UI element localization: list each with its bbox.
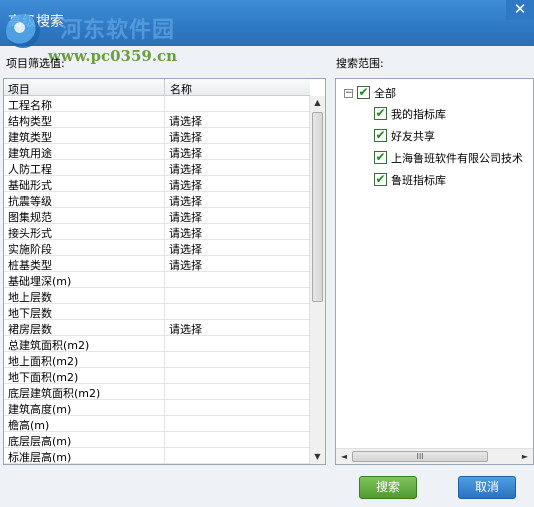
table-row[interactable]: 底层建筑面积(m2) xyxy=(4,384,310,400)
tree-node-label: 好友共享 xyxy=(391,130,435,143)
item-cell: 檐高(m) xyxy=(8,419,50,432)
tree-node-label: 全部 xyxy=(374,87,396,100)
scroll-down-icon[interactable]: ▼ xyxy=(310,450,325,464)
vertical-scrollbar[interactable]: ▲ ▼ xyxy=(309,96,325,464)
cancel-button[interactable]: 取消 xyxy=(458,476,516,499)
tree-node-company-tech[interactable]: ✔ 上海鲁班软件有限公司技术 xyxy=(336,150,533,166)
table-row[interactable]: 地上面积(m2) xyxy=(4,352,310,368)
item-cell: 建筑高度(m) xyxy=(8,403,72,416)
item-cell: 图集规范 xyxy=(8,211,52,224)
item-cell: 地上层数 xyxy=(8,291,52,304)
table-row[interactable]: 人防工程 请选择 xyxy=(4,160,310,176)
tree-node-label: 我的指标库 xyxy=(391,108,446,121)
name-cell[interactable]: 请选择 xyxy=(169,161,202,177)
tree-node-label: 鲁班指标库 xyxy=(391,174,446,187)
item-cell: 桩基类型 xyxy=(8,259,52,272)
name-cell[interactable]: 请选择 xyxy=(169,321,202,337)
item-cell: 基础埋深(m) xyxy=(8,275,72,288)
table-row[interactable]: 工程名称 xyxy=(4,96,310,112)
table-row[interactable]: 底层层高(m) xyxy=(4,432,310,448)
table-row[interactable]: 裙房层数 请选择 xyxy=(4,320,310,336)
name-cell[interactable]: 请选择 xyxy=(169,129,202,145)
name-cell[interactable]: 请选择 xyxy=(169,113,202,129)
item-cell: 底层建筑面积(m2) xyxy=(8,387,101,400)
tree-node-my-library[interactable]: ✔ 我的指标库 xyxy=(336,106,533,122)
item-cell: 基础形式 xyxy=(8,179,52,192)
name-cell[interactable]: 请选择 xyxy=(169,145,202,161)
name-cell[interactable]: 请选择 xyxy=(169,177,202,193)
checkbox-root[interactable]: ✔ xyxy=(357,86,370,99)
search-scope-label: 搜索范围: xyxy=(336,57,384,70)
table-row[interactable]: 标准层高(m) xyxy=(4,448,310,464)
table-row[interactable]: 建筑用途 请选择 xyxy=(4,144,310,160)
table-header: 项目 名称 xyxy=(4,79,310,96)
item-cell: 建筑用途 xyxy=(8,147,52,160)
checkbox-my-library[interactable]: ✔ xyxy=(374,107,387,120)
name-cell[interactable]: 请选择 xyxy=(169,257,202,273)
item-cell: 抗震等级 xyxy=(8,195,52,208)
item-cell: 总建筑面积(m2) xyxy=(8,339,90,352)
table-row[interactable]: 建筑高度(m) xyxy=(4,400,310,416)
table-row[interactable]: 基础埋深(m) xyxy=(4,272,310,288)
watermark-site-name: 河东软件园 xyxy=(60,18,176,43)
table-row[interactable]: 建筑类型 请选择 xyxy=(4,128,310,144)
watermark-url: www.pc0359.cn xyxy=(48,47,178,65)
name-cell[interactable]: 请选择 xyxy=(169,225,202,241)
item-cell: 标准层高(m) xyxy=(8,451,72,464)
name-cell[interactable]: 请选择 xyxy=(169,241,202,257)
filter-table: 项目 名称 工程名称 结构类型 请选择 建筑类型 请选择 建筑用途 请选择 人防工程 请选择 基础… xyxy=(3,78,326,465)
item-cell: 底层层高(m) xyxy=(8,435,72,448)
name-cell[interactable]: 请选择 xyxy=(169,209,202,225)
checkbox-company-tech[interactable]: ✔ xyxy=(374,151,387,164)
scroll-left-icon[interactable]: ◄ xyxy=(337,449,351,464)
table-row[interactable]: 地上层数 xyxy=(4,288,310,304)
checkbox-friends-shared[interactable]: ✔ xyxy=(374,129,387,142)
checkbox-luban-library[interactable]: ✔ xyxy=(374,173,387,186)
table-row[interactable]: 檐高(m) xyxy=(4,416,310,432)
table-row[interactable]: 接头形式 请选择 xyxy=(4,224,310,240)
name-cell[interactable]: 请选择 xyxy=(169,193,202,209)
item-cell: 地上面积(m2) xyxy=(8,355,79,368)
item-cell: 结构类型 xyxy=(8,115,52,128)
scrollbar-thumb[interactable]: III xyxy=(352,451,488,462)
table-row[interactable]: 基础形式 请选择 xyxy=(4,176,310,192)
item-cell: 地下层数 xyxy=(8,307,52,320)
item-cell: 裙房层数 xyxy=(8,323,52,336)
filter-values-label: 项目筛选值: xyxy=(6,57,65,70)
table-row[interactable]: 抗震等级 请选择 xyxy=(4,192,310,208)
table-row[interactable]: 桩基类型 请选择 xyxy=(4,256,310,272)
scope-tree: − ✔ 全部 ✔ 我的指标库 ✔ 好友共享 ✔ 上海鲁班软件有限公司技术 ✔ 鲁… xyxy=(335,78,534,465)
table-row[interactable]: 地下层数 xyxy=(4,304,310,320)
horizontal-scrollbar[interactable]: ◄ III ► xyxy=(336,448,533,464)
item-cell: 地下面积(m2) xyxy=(8,371,79,384)
collapse-icon[interactable]: − xyxy=(344,89,353,98)
tree-node-root[interactable]: − ✔ 全部 xyxy=(336,84,531,100)
search-button[interactable]: 搜索 xyxy=(359,476,417,499)
tree-node-luban-library[interactable]: ✔ 鲁班指标库 xyxy=(336,172,533,188)
item-cell: 人防工程 xyxy=(8,163,52,176)
close-button[interactable]: ✕ xyxy=(506,0,534,20)
table-row[interactable]: 总建筑面积(m2) xyxy=(4,336,310,352)
table-row[interactable]: 实施阶段 请选择 xyxy=(4,240,310,256)
table-body: 工程名称 结构类型 请选择 建筑类型 请选择 建筑用途 请选择 人防工程 请选择 基础形式 请选择抗… xyxy=(4,96,310,464)
item-cell: 接头形式 xyxy=(8,227,52,240)
table-row[interactable]: 图集规范 请选择 xyxy=(4,208,310,224)
item-cell: 工程名称 xyxy=(8,99,52,112)
tree-node-friends-shared[interactable]: ✔ 好友共享 xyxy=(336,128,533,144)
column-header-item[interactable]: 项目 xyxy=(8,81,30,97)
item-cell: 实施阶段 xyxy=(8,243,52,256)
scroll-up-icon[interactable]: ▲ xyxy=(310,96,325,110)
scrollbar-thumb[interactable] xyxy=(312,112,323,302)
column-header-name[interactable]: 名称 xyxy=(170,81,192,97)
tree-node-label: 上海鲁班软件有限公司技术 xyxy=(391,152,523,165)
watermark-logo-icon xyxy=(6,14,40,48)
item-cell: 建筑类型 xyxy=(8,131,52,144)
table-row[interactable]: 结构类型 请选择 xyxy=(4,112,310,128)
table-row[interactable]: 地下面积(m2) xyxy=(4,368,310,384)
scroll-right-icon[interactable]: ► xyxy=(518,449,532,464)
